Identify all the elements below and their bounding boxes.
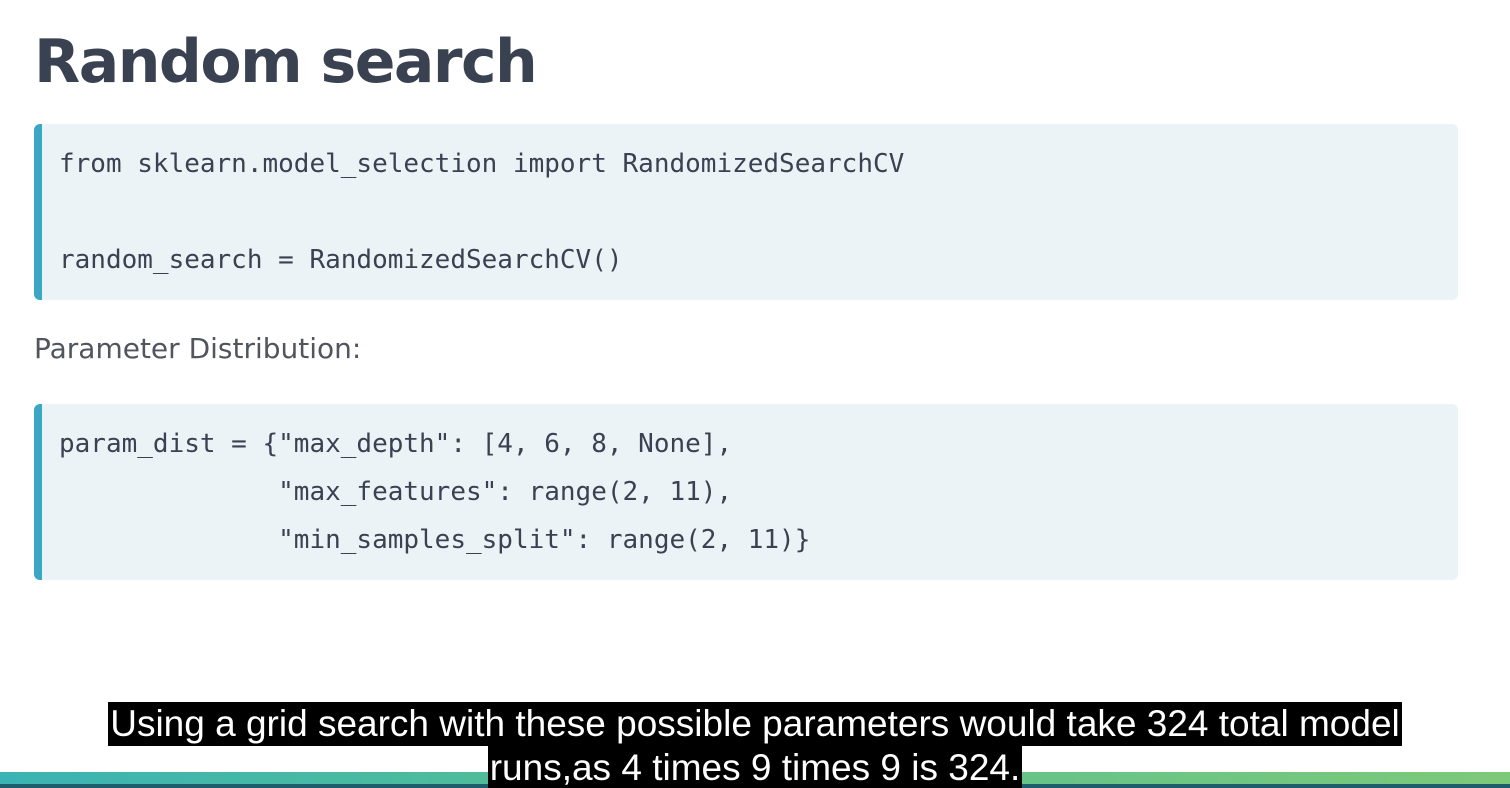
- code-line: "max_features": range(2, 11),: [59, 477, 733, 507]
- code-line: param_dist = {"max_depth": [4, 6, 8, Non…: [59, 429, 733, 459]
- subtitle-line: Using a grid search with these possible …: [108, 702, 1402, 746]
- code-line: random_search = RandomizedSearchCV(): [59, 245, 623, 275]
- code-block-param-dist: param_dist = {"max_depth": [4, 6, 8, Non…: [34, 404, 1458, 580]
- code-line: "min_samples_split": range(2, 11)}: [59, 525, 811, 555]
- slide: Random search from sklearn.model_selecti…: [0, 0, 1510, 788]
- code-line: from sklearn.model_selection import Rand…: [59, 149, 905, 179]
- parameter-distribution-label: Parameter Distribution:: [34, 332, 362, 365]
- slide-title: Random search: [34, 27, 538, 97]
- subtitle-line: runs,as 4 times 9 times 9 is 324.: [487, 746, 1023, 788]
- code-block-import: from sklearn.model_selection import Rand…: [34, 124, 1458, 300]
- video-subtitle: Using a grid search with these possible …: [0, 702, 1510, 788]
